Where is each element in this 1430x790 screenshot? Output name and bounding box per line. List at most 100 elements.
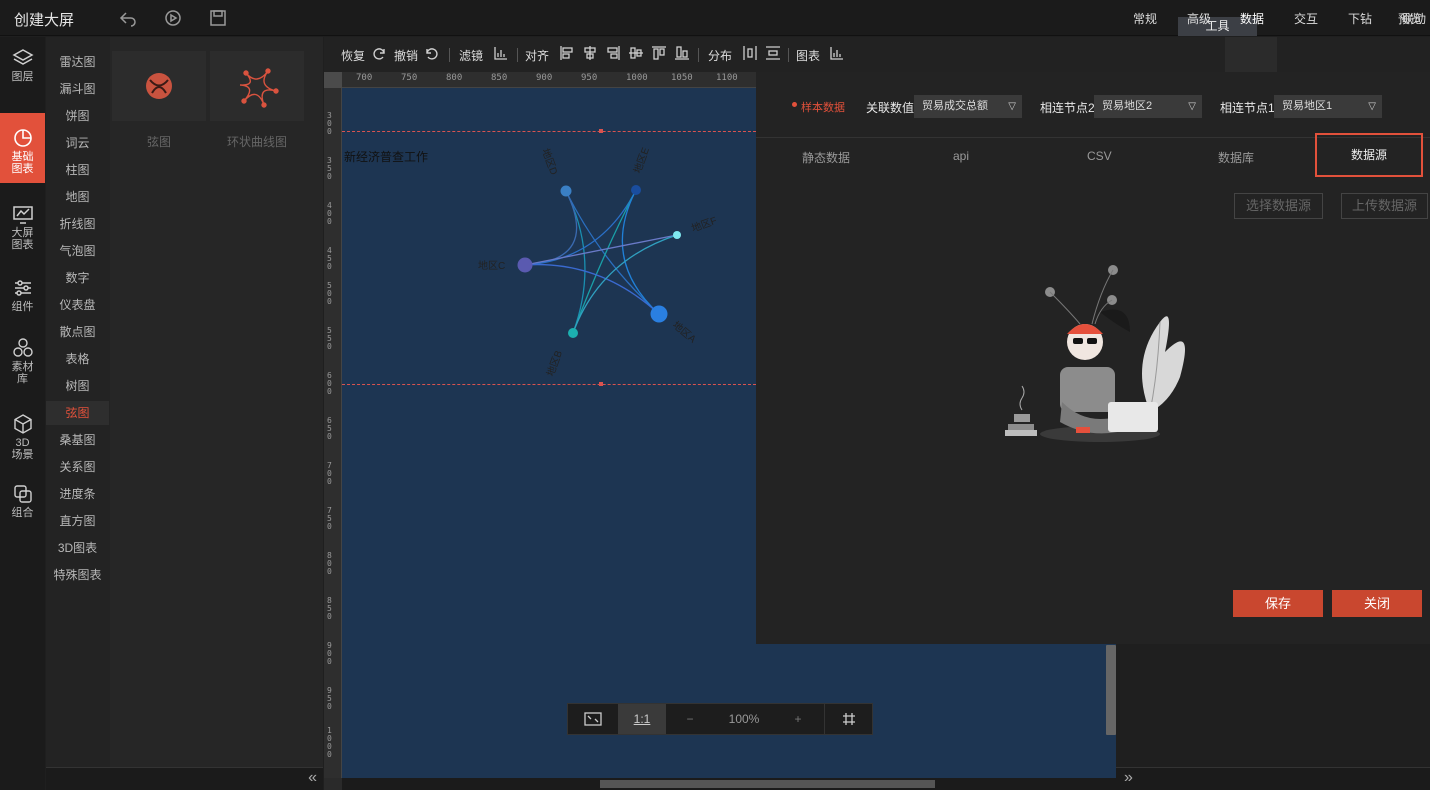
category-item[interactable]: 数字 [46, 266, 109, 290]
ruler-tick: 850 [491, 73, 508, 83]
nav-3d-scene[interactable]: 3D 场景 [0, 413, 45, 483]
zoom-value: 100% [728, 712, 760, 726]
align-left-icon[interactable] [559, 45, 575, 61]
filter-label[interactable]: 滤镜 [459, 47, 483, 64]
chart-icon[interactable] [829, 45, 845, 61]
category-item[interactable]: 树图 [46, 374, 109, 398]
dropdown-triangle-icon: ▽ [1008, 101, 1016, 112]
divider [517, 48, 518, 62]
category-item[interactable]: 漏斗图 [46, 77, 109, 101]
resize-handle[interactable] [599, 382, 603, 386]
align-bottom-icon[interactable] [674, 45, 690, 61]
ds-tab-database[interactable]: 数据库 [1218, 149, 1254, 166]
nav-combine[interactable]: 组合 [0, 483, 45, 553]
prop-tab-advanced[interactable]: 高级 [1187, 10, 1211, 27]
save-icon[interactable] [208, 8, 228, 28]
undo-label[interactable]: 撤销 [394, 47, 418, 64]
chart-bars-icon[interactable] [493, 45, 509, 61]
double-chevron-right-icon[interactable]: » [1124, 769, 1133, 787]
undo-icon[interactable] [118, 8, 138, 28]
chord-thumb[interactable] [112, 51, 206, 121]
category-item[interactable]: 表格 [46, 347, 109, 371]
align-middle-icon[interactable] [628, 45, 644, 61]
category-item[interactable]: 3D图表 [46, 536, 109, 560]
save-button[interactable]: 保存 [1233, 590, 1323, 617]
ds-tab-static[interactable]: 静态数据 [802, 149, 850, 166]
category-item[interactable]: 关系图 [46, 455, 109, 479]
category-item[interactable]: 特殊图表 [46, 563, 109, 587]
ds-tab-datasource[interactable]: 数据源 [1315, 133, 1423, 177]
horizontal-scrollbar[interactable] [600, 780, 935, 788]
ds-tab-csv[interactable]: CSV [1087, 149, 1112, 163]
prop-tab-general[interactable]: 常规 [1133, 10, 1157, 27]
nav-materials[interactable]: 素材 库 [0, 337, 45, 407]
zoom-out-button[interactable]: − [666, 704, 714, 734]
chord-node[interactable] [517, 257, 533, 273]
prop-tab-data[interactable]: 数据 [1240, 10, 1264, 27]
category-item[interactable]: 直方图 [46, 509, 109, 533]
select-value: 贸易地区1 [1282, 100, 1333, 112]
chord-node[interactable] [673, 231, 681, 239]
prop-tab-interaction[interactable]: 交互 [1294, 10, 1318, 27]
stage-title-text[interactable]: 新经济普查工作 [344, 148, 428, 165]
undo-arrow-icon[interactable] [424, 45, 440, 61]
align-top-icon[interactable] [651, 45, 667, 61]
one-to-one-button[interactable]: 1:1 [618, 704, 666, 734]
category-item[interactable]: 进度条 [46, 482, 109, 506]
fit-screen-button[interactable] [568, 704, 618, 734]
selection-guide-bottom [342, 384, 756, 385]
person-with-laptop-illustration [1005, 265, 1185, 442]
double-chevron-left-icon[interactable]: « [308, 769, 317, 787]
category-item[interactable]: 气泡图 [46, 239, 109, 263]
redo-label[interactable]: 恢复 [341, 47, 365, 64]
ds-tab-api[interactable]: api [953, 149, 969, 163]
distribute-h-icon[interactable] [742, 45, 758, 61]
upload-datasource-button[interactable]: 上传数据源 [1341, 193, 1428, 219]
align-center-h-icon[interactable] [582, 45, 598, 61]
ruler-top: 700 750 800 850 900 950 1000 1050 1100 [342, 72, 756, 88]
chord-node[interactable] [560, 185, 572, 197]
category-item[interactable]: 词云 [46, 131, 109, 155]
nav-label: 素材 库 [11, 361, 34, 385]
chord-chart[interactable]: 地区D 地区E 地区F 地区C 地区A 地区B [470, 140, 730, 380]
node2-select[interactable]: 贸易地区2 ▽ [1094, 95, 1202, 118]
grid-toggle-button[interactable] [824, 704, 872, 734]
close-button[interactable]: 关闭 [1332, 590, 1422, 617]
nav-label: 组合 [11, 507, 34, 519]
chord-node[interactable] [568, 328, 578, 338]
category-item[interactable]: 桑基图 [46, 428, 109, 452]
chord-node[interactable] [631, 185, 641, 195]
align-right-icon[interactable] [605, 45, 621, 61]
align-label[interactable]: 对齐 [525, 47, 549, 64]
category-item[interactable]: 柱图 [46, 158, 109, 182]
category-item[interactable]: 散点图 [46, 320, 109, 344]
chord-node[interactable] [650, 305, 668, 323]
prop-tab-drilldown[interactable]: 下钻 [1348, 10, 1372, 27]
chart-label[interactable]: 图表 [796, 47, 820, 64]
ring-curve-thumb[interactable] [210, 51, 304, 121]
select-datasource-button[interactable]: 选择数据源 [1234, 193, 1323, 219]
nav-screen-charts[interactable]: 大屏 图表 [0, 203, 45, 273]
prop-tab-linkage[interactable]: 联动 [1402, 10, 1426, 27]
sample-data-link[interactable]: 样本数据 [801, 99, 845, 115]
value-field-select[interactable]: 贸易成交总额 ▽ [914, 95, 1022, 118]
distribute-label[interactable]: 分布 [708, 47, 732, 64]
nav-layers[interactable]: 图层 [0, 47, 45, 117]
distribute-v-icon[interactable] [765, 45, 781, 61]
category-item-active[interactable]: 弦图 [46, 401, 109, 425]
play-icon[interactable] [163, 8, 183, 28]
ruler-tick: 600 [327, 371, 332, 396]
select-value: 贸易成交总额 [922, 100, 988, 112]
zoom-in-button[interactable]: + [774, 704, 822, 734]
category-item[interactable]: 地图 [46, 185, 109, 209]
redo-icon[interactable] [371, 45, 387, 61]
category-item[interactable]: 饼图 [46, 104, 109, 128]
nav-label: 基础 图表 [11, 151, 34, 175]
node1-select[interactable]: 贸易地区1 ▽ [1274, 95, 1382, 118]
category-item[interactable]: 雷达图 [46, 50, 109, 74]
category-item[interactable]: 仪表盘 [46, 293, 109, 317]
resize-handle[interactable] [599, 129, 603, 133]
vertical-scrollbar[interactable] [1106, 645, 1116, 735]
category-item[interactable]: 折线图 [46, 212, 109, 236]
nav-basic-charts[interactable]: 基础 图表 [0, 113, 45, 183]
